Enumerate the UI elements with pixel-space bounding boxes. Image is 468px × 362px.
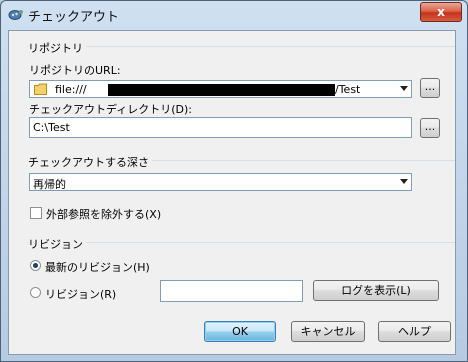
revision-input[interactable] xyxy=(160,280,303,302)
depth-group-label: チェックアウトする深さ xyxy=(28,154,152,170)
url-suffix-text: /Test xyxy=(335,83,361,96)
head-revision-radio[interactable] xyxy=(30,260,41,271)
chevron-down-icon[interactable] xyxy=(400,179,408,184)
browse-url-button[interactable]: ... xyxy=(420,78,440,98)
specific-revision-label[interactable]: リビジョン(R) xyxy=(45,286,116,302)
redacted-url-block xyxy=(108,84,335,96)
checkout-dir-label: チェックアウトディレクトリ(D): xyxy=(29,103,192,116)
checkout-dir-input[interactable]: C:\Test xyxy=(29,117,412,138)
url-prefix-text: file:/// xyxy=(55,83,87,96)
radio-selected-dot xyxy=(33,263,38,268)
close-icon: x xyxy=(437,5,445,19)
chevron-down-icon[interactable] xyxy=(400,86,408,91)
depth-group: チェックアウトする深さ xyxy=(27,154,455,233)
url-combobox[interactable]: file:/// /Test xyxy=(29,80,412,98)
omit-externals-label[interactable]: 外部参照を除外する(X) xyxy=(46,206,161,222)
dialog-body: リポジトリ リポジトリのURL: file:/// /Test ... チェック… xyxy=(8,30,456,355)
depth-value: 再帰的 xyxy=(33,178,66,191)
help-button[interactable]: ヘルプ xyxy=(378,321,451,342)
close-button[interactable]: x xyxy=(420,2,462,22)
window-title: チェックアウト xyxy=(28,10,120,25)
title-bar[interactable]: チェックアウト x xyxy=(1,1,467,27)
url-label: リポジトリのURL: xyxy=(29,64,121,77)
revision-group-label: リビジョン xyxy=(28,236,86,252)
specific-revision-radio[interactable] xyxy=(30,287,41,298)
repository-group-label: リポジトリ xyxy=(28,40,86,56)
omit-externals-checkbox[interactable] xyxy=(30,207,42,219)
ok-button[interactable]: OK xyxy=(204,321,276,342)
depth-combobox[interactable]: 再帰的 xyxy=(29,173,412,191)
show-log-button[interactable]: ログを表示(L) xyxy=(313,280,439,301)
dialog-window: チェックアウト x リポジトリ リポジトリのURL: file:/// /Tes… xyxy=(0,0,468,362)
head-revision-label[interactable]: 最新のリビジョン(H) xyxy=(45,259,150,275)
cancel-button[interactable]: キャンセル xyxy=(291,321,365,342)
browse-dir-button[interactable]: ... xyxy=(420,118,440,138)
tortoise-app-icon xyxy=(8,10,23,20)
folder-icon xyxy=(34,83,47,95)
